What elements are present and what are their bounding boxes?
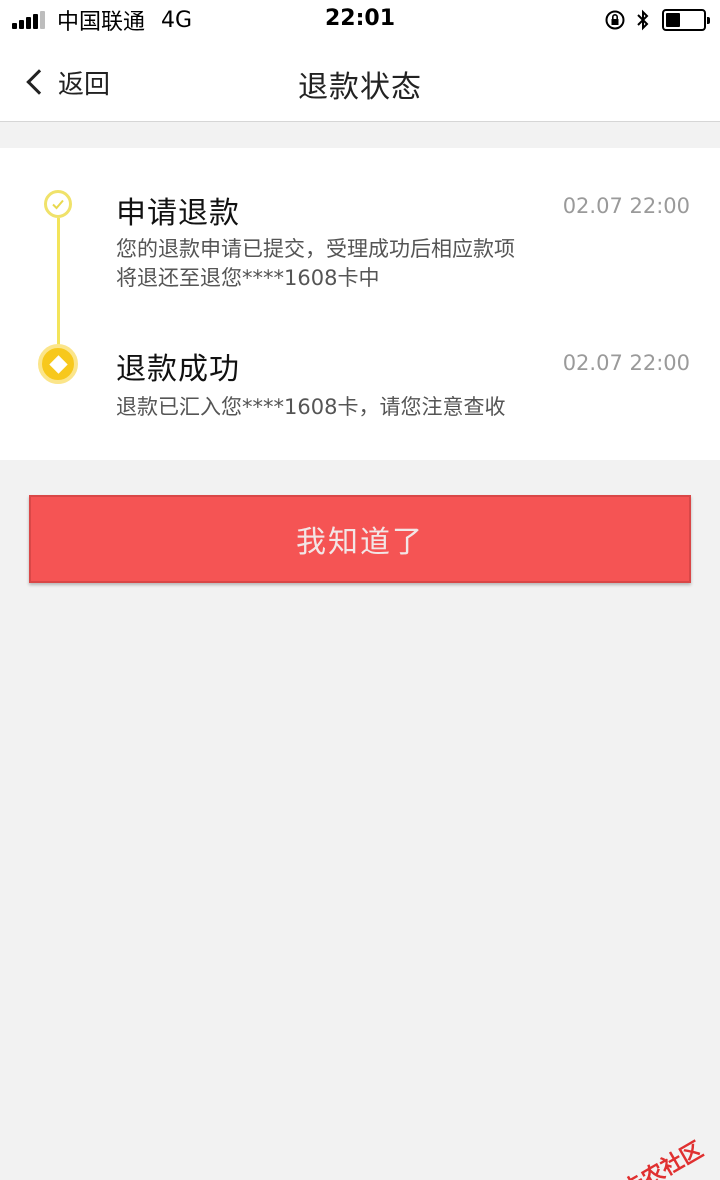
page-title: 退款状态 <box>298 70 422 105</box>
step-desc-success: 退款已汇入您****1608卡，请您注意查收 <box>116 395 506 419</box>
bluetooth-icon <box>637 9 649 31</box>
battery-level <box>666 13 680 27</box>
orientation-lock-icon <box>605 10 625 30</box>
refund-status-screen: 中国联通 4G 22:01 返回 退款状态 申请退款 02.07 22:00 您… <box>0 0 720 1180</box>
check-circle-icon <box>44 190 72 218</box>
status-bar: 中国联通 4G 22:01 <box>0 0 720 40</box>
refund-timeline-card: 申请退款 02.07 22:00 您的退款申请已提交，受理成功后相应款项 将退还… <box>0 148 720 460</box>
watermark-text: 卡农社区 <box>618 1137 708 1180</box>
battery-icon <box>662 9 710 31</box>
step-time-apply: 02.07 22:00 <box>562 194 690 218</box>
got-it-button[interactable]: 我知道了 <box>29 495 691 583</box>
navigation-bar: 返回 退款状态 <box>0 40 720 122</box>
status-right <box>594 7 710 33</box>
step-time-success: 02.07 22:00 <box>562 351 690 375</box>
step-title-apply: 申请退款 <box>116 196 240 231</box>
step-desc-apply-line2: 将退还至退您****1608卡中 <box>116 266 380 290</box>
coin-icon <box>38 344 78 384</box>
diamond-icon <box>48 354 68 374</box>
step-title-success: 退款成功 <box>116 352 240 387</box>
watermark: 卡农社区 <box>592 1132 708 1180</box>
step-desc-apply-line1: 您的退款申请已提交，受理成功后相应款项 <box>116 237 515 261</box>
